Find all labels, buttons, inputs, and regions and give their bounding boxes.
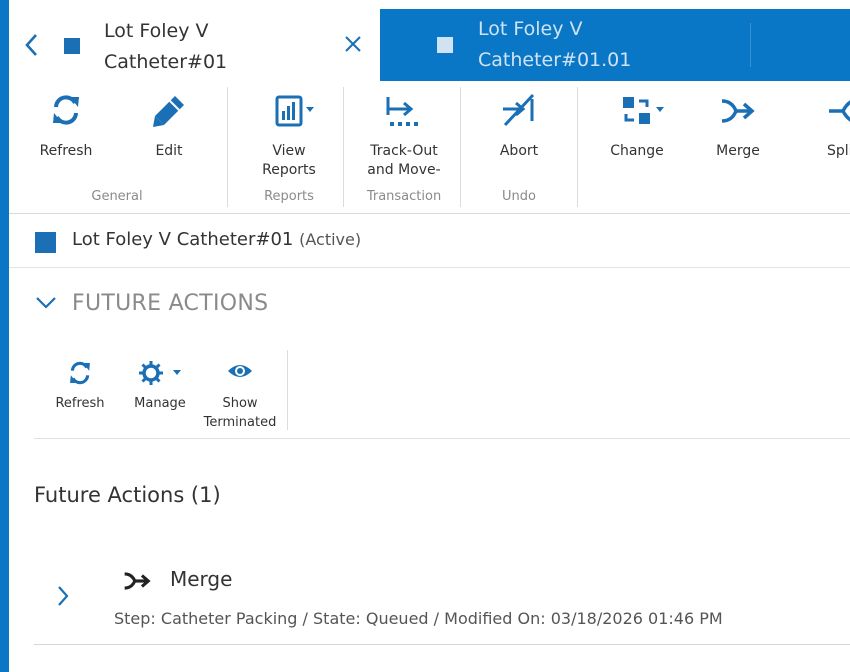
future-actions-count-title: Future Actions (1) — [34, 483, 221, 507]
view-reports-button[interactable]: View Reports — [241, 81, 337, 181]
refresh-label: Refresh — [39, 143, 93, 159]
refresh-icon — [70, 361, 90, 385]
chevron-right-icon[interactable] — [56, 584, 70, 608]
ribbon-divider — [227, 87, 228, 207]
future-actions-section-title: FUTURE ACTIONS — [72, 291, 269, 316]
back-chevron-icon[interactable] — [21, 31, 43, 59]
show-terminated-label: Show Terminated — [203, 396, 277, 430]
refresh-button[interactable]: Refresh — [24, 81, 108, 181]
close-icon[interactable] — [343, 34, 363, 54]
chevron-down-icon — [36, 297, 56, 309]
track-out-icon — [386, 97, 418, 126]
gear-icon — [139, 361, 181, 385]
tab-bar: Lot Foley V Catheter#01 Lot Foley V Cath… — [9, 9, 850, 81]
ribbon-toolbar: Refresh Edit General View Reports Report… — [9, 81, 850, 214]
future-actions-toolbar: Refresh Manage Show Terminated — [34, 350, 850, 439]
tab-divider — [750, 23, 751, 67]
merge-label: Merge — [716, 143, 760, 159]
group-label-general: General — [91, 189, 143, 204]
group-label-transaction: Transaction — [366, 189, 442, 204]
ribbon-divider — [460, 87, 461, 207]
split-label: Split — [827, 143, 850, 159]
merge-button[interactable]: Merge — [695, 81, 781, 181]
future-actions-refresh-button[interactable]: Refresh — [46, 350, 114, 430]
view-reports-label: View Reports — [262, 143, 316, 178]
report-chart-icon — [275, 95, 314, 127]
change-label: Change — [610, 143, 664, 159]
future-action-name: Merge — [170, 567, 233, 591]
future-action-row[interactable]: Merge Step: Catheter Packing / State: Qu… — [34, 550, 850, 645]
lot-header: Lot Foley V Catheter#01 (Active) — [9, 214, 850, 268]
track-out-and-move-button[interactable]: Track-Out and Move- — [354, 81, 454, 181]
split-icon — [829, 100, 850, 122]
lot-square-icon — [64, 38, 80, 54]
lot-square-icon — [437, 37, 453, 53]
eye-icon — [228, 365, 252, 377]
tab-lot-catheter-01[interactable]: Lot Foley V Catheter#01 — [9, 9, 380, 81]
ribbon-divider — [577, 87, 578, 207]
tab-title: Lot Foley V Catheter#01 — [104, 20, 228, 73]
show-terminated-button[interactable]: Show Terminated — [198, 350, 282, 430]
change-button[interactable]: Change — [589, 81, 685, 181]
lot-title: Lot Foley V Catheter#01 (Active) — [72, 229, 361, 250]
left-accent-bar — [0, 0, 9, 672]
group-label-reports: Reports — [264, 189, 314, 204]
group-label-undo: Undo — [502, 189, 536, 204]
abort-button[interactable]: Abort — [475, 81, 563, 181]
tab-title: Lot Foley V Catheter#01.01 — [478, 18, 632, 71]
lot-square-icon — [35, 232, 56, 253]
edit-button[interactable]: Edit — [127, 81, 211, 181]
lot-name: Lot Foley V Catheter#01 — [72, 229, 294, 250]
change-icon — [623, 97, 664, 124]
merge-icon — [124, 572, 151, 590]
lot-state: (Active) — [299, 230, 362, 249]
track-out-label: Track-Out and Move- — [367, 143, 441, 178]
pencil-icon — [153, 96, 184, 127]
future-action-detail: Step: Catheter Packing / State: Queued /… — [114, 609, 723, 628]
manage-button[interactable]: Manage — [124, 350, 196, 430]
manage-label: Manage — [134, 396, 186, 411]
abort-label: Abort — [499, 143, 539, 159]
ribbon-divider — [343, 87, 344, 207]
abort-icon — [503, 93, 535, 127]
toolbar-divider — [287, 350, 288, 430]
merge-icon — [721, 99, 755, 123]
refresh-icon — [53, 95, 79, 125]
tab-lot-catheter-01-01[interactable]: Lot Foley V Catheter#01.01 — [380, 9, 750, 81]
edit-label: Edit — [155, 143, 183, 159]
refresh-label: Refresh — [55, 396, 105, 411]
split-button[interactable]: Split — [797, 81, 850, 181]
